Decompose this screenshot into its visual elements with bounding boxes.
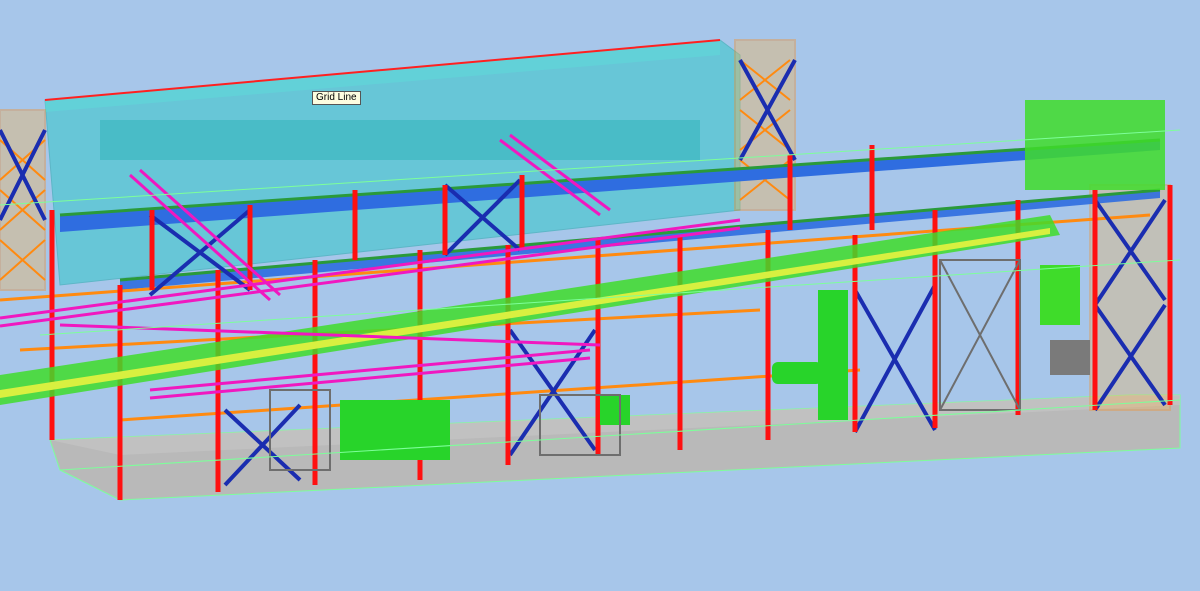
3d-model-viewport[interactable]: Grid Line <box>0 0 1200 591</box>
structure-model[interactable] <box>0 0 1200 591</box>
scaffold-tower-left <box>0 109 46 291</box>
tooltip: Grid Line <box>312 91 361 105</box>
building-windows <box>100 120 700 160</box>
